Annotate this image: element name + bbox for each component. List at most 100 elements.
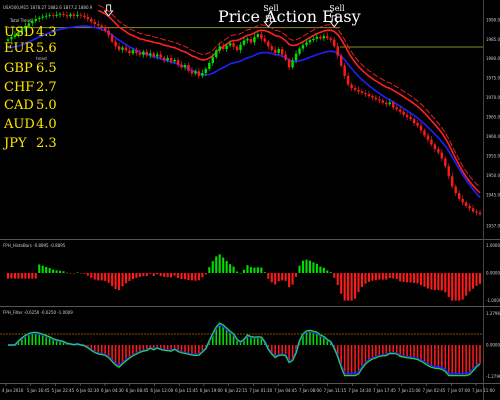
currency-strength-value: 4.3 xyxy=(36,25,57,40)
histo-bar xyxy=(142,273,145,277)
time-tick-label: 5 Jan 22:45 xyxy=(51,388,74,393)
candle-body xyxy=(419,125,423,131)
candle-body xyxy=(350,84,353,88)
candle-body xyxy=(308,40,312,43)
currency-code: EUR xyxy=(4,41,35,56)
time-tick-label: 6 Jan 19:00 xyxy=(200,388,223,393)
time-tick-label: 7 Jan 04:45 xyxy=(274,388,297,393)
histo-bar xyxy=(190,273,193,281)
candle-body xyxy=(38,17,41,20)
histo-bar xyxy=(333,273,336,278)
histo-bar xyxy=(298,265,301,273)
histo-bar xyxy=(55,270,58,273)
histo-bar xyxy=(24,273,27,279)
candle-body xyxy=(256,34,260,37)
histo-bar xyxy=(121,273,124,287)
histo-bar xyxy=(343,273,346,301)
currency-strength-value: 5.6 xyxy=(36,41,57,56)
chart-title: Price Action Easy xyxy=(218,7,361,26)
time-tick-label: 6 Jan 15:45 xyxy=(175,388,198,393)
candle-body xyxy=(392,102,395,108)
candle-body xyxy=(86,17,90,20)
histo-bar xyxy=(131,273,134,280)
candle-body xyxy=(145,51,149,56)
histo-bar xyxy=(385,273,388,280)
histo-bar xyxy=(204,273,207,275)
candle-body xyxy=(326,36,329,39)
candle-body xyxy=(93,21,96,25)
time-tick-label: 7 Jan 11:00 xyxy=(472,388,495,393)
histo-bar xyxy=(236,271,239,273)
candle-body xyxy=(468,205,471,209)
histo-bar xyxy=(409,273,412,283)
candle-body xyxy=(173,59,176,62)
candle-body xyxy=(204,68,208,74)
candle-body xyxy=(180,64,183,68)
candle-body xyxy=(405,114,409,118)
currency-strength-row: EUR 5.6 xyxy=(4,41,57,56)
candle-body xyxy=(253,36,256,43)
histo-bar xyxy=(308,260,311,273)
histo-bar xyxy=(17,273,20,279)
histo-bar xyxy=(187,273,190,280)
histo-bar xyxy=(72,273,75,274)
candle-body xyxy=(454,186,457,194)
currency-strength-value: 2.3 xyxy=(36,136,57,151)
candle-body xyxy=(246,38,249,41)
histo-bar xyxy=(86,273,89,276)
histo-bar xyxy=(114,273,117,290)
candle-body xyxy=(232,43,235,47)
histo-bar xyxy=(31,273,34,279)
currency-strength-row: CAD 5.0 xyxy=(4,98,57,113)
histo-bar xyxy=(253,267,256,273)
histo-bar xyxy=(211,261,214,273)
histo-bar xyxy=(152,273,155,277)
symbol-info: USA500,M15 1878.27 1882.6 1877.2 1880.9 xyxy=(3,5,93,10)
candle-body xyxy=(166,57,169,61)
histo-bar xyxy=(267,273,270,279)
candle-body xyxy=(343,65,346,76)
histo-bar xyxy=(107,273,110,283)
histo-bar xyxy=(402,273,405,282)
currency-strength-value: 5.0 xyxy=(36,98,57,113)
candle-body xyxy=(457,193,461,199)
histo-bar xyxy=(208,267,211,273)
time-tick-label: 6 Jan 02:30 xyxy=(76,388,99,393)
candle-body xyxy=(128,50,131,54)
price-tick-label: 1937.0 xyxy=(486,224,500,229)
candle-body xyxy=(44,15,48,17)
time-tick-label: 6 Jan 08:45 xyxy=(126,388,149,393)
candle-body xyxy=(228,43,232,46)
histo-bar xyxy=(413,273,416,283)
candle-body xyxy=(291,60,294,68)
histo-bar xyxy=(197,273,200,281)
candle-body xyxy=(215,50,218,58)
candle-body xyxy=(65,15,69,17)
histo-bar xyxy=(52,269,55,273)
candle-body xyxy=(284,54,287,60)
candle-body xyxy=(249,38,253,43)
candle-body xyxy=(208,63,211,69)
candle-body xyxy=(131,50,135,54)
candle-body xyxy=(364,93,367,95)
candle-body xyxy=(433,144,437,150)
histo-bar xyxy=(218,254,221,273)
candle-body xyxy=(274,49,277,53)
histo-bar xyxy=(249,267,252,273)
histo-bar xyxy=(322,267,325,273)
histo-bar xyxy=(340,273,343,294)
histo-bar xyxy=(350,273,353,301)
candle-body xyxy=(367,94,371,97)
histo-bar xyxy=(360,273,364,288)
histo-bar xyxy=(100,273,103,281)
time-tick-label: 5 Jan 16:45 xyxy=(27,388,50,393)
currency-strength-row: AUD 4.0 xyxy=(3,117,57,132)
histo-bar xyxy=(277,273,280,282)
histo-bar xyxy=(20,273,23,279)
candle-body xyxy=(329,38,332,40)
histo-bar xyxy=(319,266,322,273)
histo-bar xyxy=(232,266,235,273)
histo-indicator-label: FPH_HistoBars -0.8895 -0.8895 xyxy=(3,243,66,248)
trading-chart: SellSellSell 1990.01985.01980.01975.0197… xyxy=(0,0,500,400)
chart-background xyxy=(0,0,500,400)
